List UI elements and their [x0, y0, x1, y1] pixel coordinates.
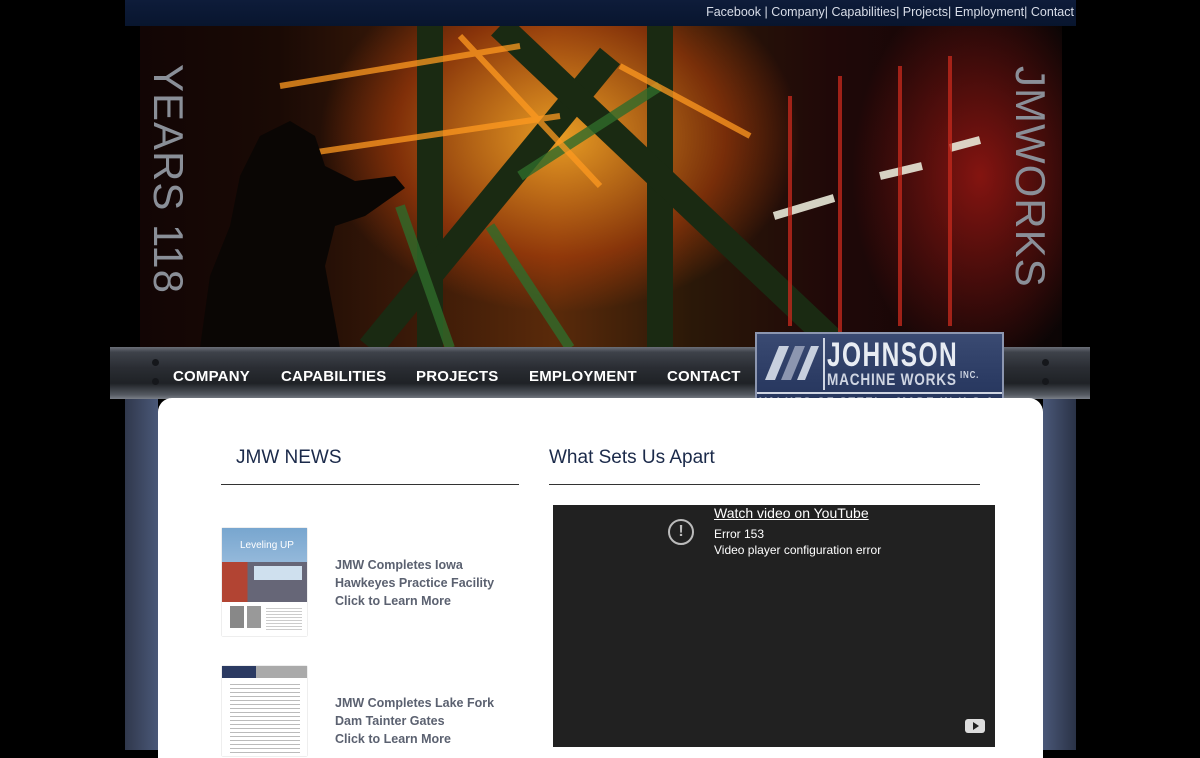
jmworks-vertical-text: JMWORKS [1007, 66, 1054, 288]
thumb-header-band [222, 666, 307, 678]
nav-capabilities[interactable]: CAPABILITIES [281, 368, 386, 385]
hero-steel-image [200, 26, 982, 348]
rivet [152, 378, 159, 385]
news-item-2-line2: Dam Tainter Gates [335, 714, 445, 728]
rivet [152, 359, 159, 366]
nav-company[interactable]: COMPANY [173, 368, 250, 385]
thumb-text-lines [230, 684, 300, 754]
nav-employment[interactable]: EMPLOYMENT [529, 368, 637, 385]
error-message: Video player configuration error [714, 543, 882, 557]
hero-banner [140, 26, 1062, 348]
thumb-title: Leveling UP [240, 540, 294, 551]
rivet [1042, 378, 1049, 385]
top-bar: Facebook | Company| Capabilities| Projec… [125, 0, 1076, 26]
watch-on-youtube-link[interactable]: Watch video on YouTube [714, 505, 869, 521]
top-link-company[interactable]: Company [771, 5, 825, 19]
news-divider [221, 484, 519, 485]
top-links: Facebook | Company| Capabilities| Projec… [706, 5, 1074, 19]
youtube-embed[interactable]: ! Watch video on YouTube Error 153 Video… [553, 505, 995, 747]
logo-sub: MACHINE WORKS INC. [827, 370, 979, 390]
news-thumbnail-2[interactable] [222, 666, 307, 756]
news-item-1-line2: Hawkeyes Practice Facility [335, 576, 495, 590]
news-item-2-cta[interactable]: Click to Learn More [335, 730, 494, 748]
error-code: Error 153 [714, 527, 765, 541]
thumb-photo [247, 606, 261, 628]
top-link-facebook[interactable]: Facebook [706, 5, 761, 19]
thumb-window [254, 566, 302, 580]
top-link-contact[interactable]: Contact [1031, 5, 1074, 19]
news-item-2-line1: JMW Completes Lake Fork [335, 696, 495, 710]
top-link-employment[interactable]: Employment [955, 5, 1024, 19]
nav-contact[interactable]: CONTACT [667, 368, 741, 385]
youtube-logo-icon[interactable] [965, 719, 985, 733]
nav-projects[interactable]: PROJECTS [416, 368, 498, 385]
thumb-photo [230, 606, 244, 628]
logo-inc: INC. [959, 370, 980, 381]
news-item-1-line1: JMW Completes Iowa [335, 558, 463, 572]
news-item-1-cta[interactable]: Click to Learn More [335, 592, 494, 610]
top-link-projects[interactable]: Projects [903, 5, 948, 19]
error-icon: ! [668, 519, 694, 545]
apart-heading: What Sets Us Apart [549, 447, 715, 468]
apart-divider [549, 484, 980, 485]
years-vertical-text: YEARS 118 [145, 64, 192, 295]
news-thumbnail-1[interactable]: Leveling UP [222, 528, 307, 636]
logo-sub-text: MACHINE WORKS [827, 370, 957, 389]
rivet [1042, 359, 1049, 366]
side-strip-left [125, 399, 158, 750]
news-item-2[interactable]: JMW Completes Lake Fork Dam Tainter Gate… [335, 694, 494, 748]
top-link-capabilities[interactable]: Capabilities [831, 5, 896, 19]
thumb-text-lines [266, 608, 302, 632]
side-strip-right [1043, 399, 1076, 750]
logo-mark-icon [765, 346, 819, 380]
news-item-1[interactable]: JMW Completes Iowa Hawkeyes Practice Fac… [335, 556, 494, 610]
logo-divider [823, 338, 825, 390]
news-heading: JMW NEWS [236, 447, 342, 468]
